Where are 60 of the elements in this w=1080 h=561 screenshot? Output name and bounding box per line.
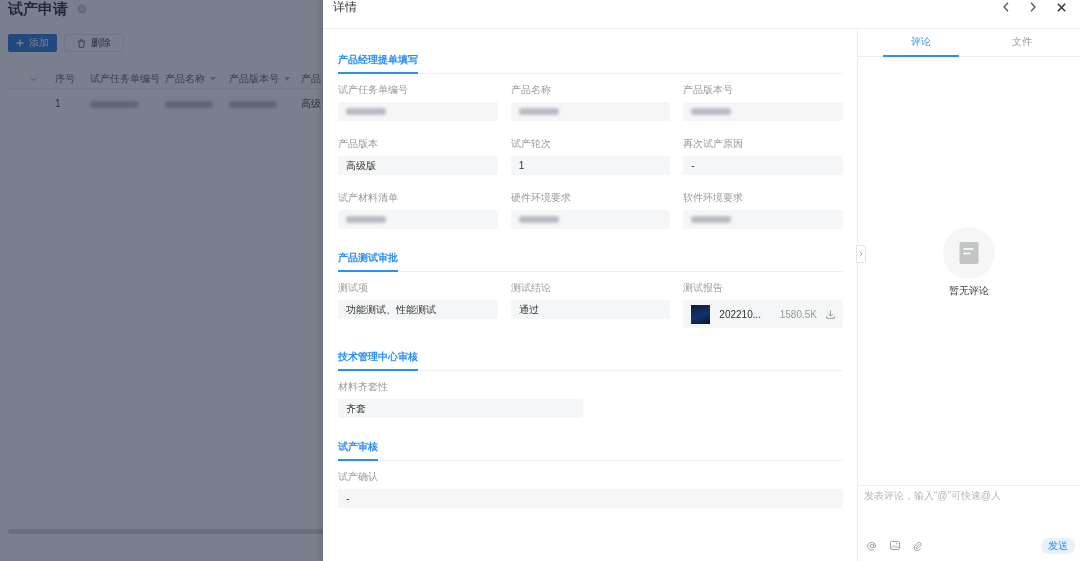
drawer-title: 详情: [333, 0, 357, 14]
blurred-value: [346, 108, 386, 115]
page-title: 试产申请: [8, 0, 68, 17]
table-cell: 高级: [301, 97, 321, 111]
close-icon[interactable]: [1057, 2, 1066, 12]
tab[interactable]: 文件: [984, 29, 1060, 57]
download-icon[interactable]: [826, 309, 835, 319]
table-cell: 1: [55, 97, 61, 111]
chevron-right-icon[interactable]: [1030, 2, 1036, 12]
field-label: 测试结论: [510, 281, 552, 295]
chevron-down-icon[interactable]: [29, 76, 37, 82]
readonly-field: 1: [510, 156, 671, 175]
caret-down-icon[interactable]: [210, 77, 216, 81]
send-button[interactable]: 发送: [1041, 537, 1075, 554]
file-thumbnail: [691, 304, 711, 324]
section-title: 技术管理中心审核: [338, 350, 418, 371]
chevron-right-icon: [859, 251, 863, 257]
blurred-value: [518, 216, 559, 223]
caret-down-icon[interactable]: [284, 77, 290, 81]
image-icon[interactable]: [890, 541, 900, 550]
field-label: 试产轮次: [510, 137, 552, 151]
section-title: 产品经理提单填写: [338, 53, 418, 74]
blurred-value: [691, 216, 732, 223]
readonly-field: 高级版: [338, 156, 498, 175]
file-name: 202210...: [719, 308, 762, 320]
at-sign-icon[interactable]: [867, 540, 877, 551]
plus-icon: [16, 39, 24, 47]
field-label: 硬件环境要求: [510, 191, 572, 205]
readonly-field: 齐套: [338, 399, 583, 418]
field-label: 测试报告: [683, 281, 725, 295]
field-label: 试产材料清单: [338, 191, 399, 205]
section-title: 产品测试审批: [338, 251, 398, 272]
trash-icon: [77, 38, 86, 48]
field-label: 产品版本: [338, 137, 379, 151]
field-label: 软件环境要求: [683, 191, 745, 205]
tab[interactable]: 评论: [883, 29, 959, 57]
field-label: 再次试产原因: [683, 137, 745, 151]
paperclip-icon[interactable]: [913, 540, 922, 551]
file-attachment[interactable]: 202210... 1580.5K: [683, 300, 843, 328]
readonly-field: 功能测试、性能测试: [338, 300, 498, 319]
section-title: 试产审核: [338, 440, 378, 461]
collapse-handle[interactable]: [856, 245, 866, 263]
chevron-left-icon[interactable]: [1003, 2, 1009, 12]
delete-button[interactable]: 删除: [64, 34, 124, 52]
field-label: 产品版本号: [683, 83, 735, 97]
field-label: 试产确认: [338, 470, 379, 484]
blurred-value: [346, 216, 386, 223]
readonly-field: -: [683, 156, 843, 175]
field-label: 产品名称: [510, 83, 552, 97]
readonly-field: 通过: [510, 300, 671, 319]
empty-document-icon: [943, 227, 995, 279]
field-label: 试产任务单编号: [338, 83, 409, 97]
field-label: 材料齐套性: [338, 380, 389, 394]
blurred-value: [518, 108, 559, 115]
field-label: 测试项: [338, 281, 369, 295]
readonly-field: -: [338, 489, 843, 508]
add-button[interactable]: 添加: [8, 34, 57, 52]
file-size: 1580.5K: [779, 308, 817, 320]
empty-state-text: 暂无评论: [949, 284, 989, 298]
blurred-value: [691, 108, 732, 115]
